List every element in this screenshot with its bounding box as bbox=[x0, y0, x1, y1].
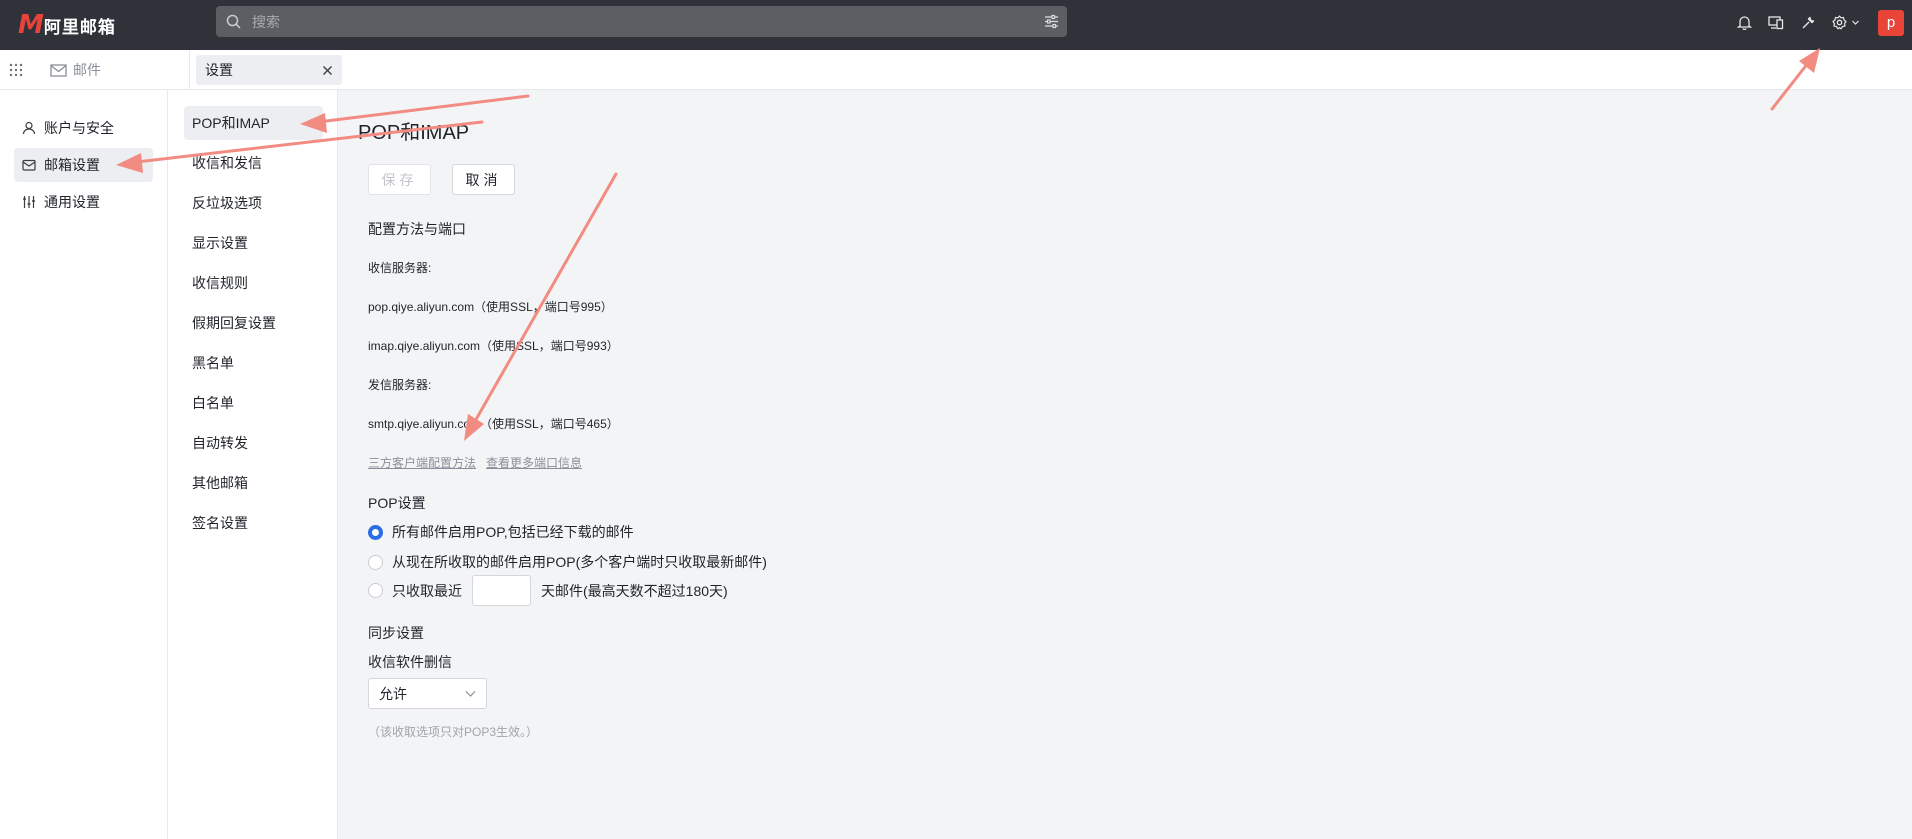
gear-icon[interactable] bbox=[1824, 7, 1868, 39]
sub-item-send-receive[interactable]: 收信和发信 bbox=[184, 146, 323, 180]
radio-button[interactable] bbox=[368, 583, 383, 598]
search-bar bbox=[216, 6, 1067, 37]
app-logo[interactable]: M 阿里邮箱 bbox=[18, 11, 116, 39]
mailbox-settings-icon bbox=[22, 159, 36, 171]
apps-grid-icon[interactable] bbox=[9, 63, 23, 77]
radio-suffix: 天邮件(最高天数不超过180天) bbox=[541, 582, 728, 599]
search-input[interactable] bbox=[252, 6, 1012, 37]
pop-server-info: pop.qiye.aliyun.com（使用SSL，端口号995） bbox=[368, 300, 613, 314]
radio-label: 只收取最近 bbox=[392, 582, 462, 599]
sub-item-display[interactable]: 显示设置 bbox=[184, 226, 323, 260]
client-config-link[interactable]: 三方客户端配置方法 bbox=[368, 454, 476, 471]
pop-heading: POP设置 bbox=[368, 495, 426, 511]
top-bar: M 阿里邮箱 p bbox=[0, 0, 1912, 50]
sub-item-rules[interactable]: 收信规则 bbox=[184, 266, 323, 300]
left-nav: 账户与安全 邮箱设置 通用设置 bbox=[0, 90, 168, 839]
pop3-note: （该收取选项只对POP3生效。） bbox=[368, 725, 539, 739]
pop-option-recent-days[interactable]: 只收取最近 天邮件(最高天数不超过180天) bbox=[368, 575, 728, 606]
logo-mark: M bbox=[18, 10, 44, 40]
smtp-server-info: smtp.qiye.aliyun.com（使用SSL，端口号465） bbox=[368, 417, 619, 431]
more-ports-link[interactable]: 查看更多端口信息 bbox=[486, 454, 582, 471]
sync-heading: 同步设置 bbox=[368, 625, 424, 641]
top-icons: p bbox=[1728, 0, 1912, 45]
search-icon bbox=[226, 14, 241, 32]
sub-item-antispam[interactable]: 反垃圾选项 bbox=[184, 186, 323, 220]
main-panel: POP和IMAP 保存 取消 配置方法与端口 收信服务器: pop.qiye.a… bbox=[338, 90, 1912, 839]
filter-icon[interactable] bbox=[1044, 14, 1059, 32]
delete-select[interactable]: 允许 bbox=[368, 678, 487, 709]
imap-server-info: imap.qiye.aliyun.com（使用SSL，端口号993） bbox=[368, 339, 619, 353]
devices-icon[interactable] bbox=[1760, 7, 1792, 39]
incoming-server-label: 收信服务器: bbox=[368, 261, 432, 275]
days-input[interactable] bbox=[472, 575, 531, 606]
sub-item-signature[interactable]: 签名设置 bbox=[184, 506, 323, 540]
chevron-down-icon bbox=[465, 691, 476, 697]
bell-icon[interactable] bbox=[1728, 7, 1760, 39]
sub-item-pop-imap[interactable]: POP和IMAP bbox=[184, 106, 323, 140]
nav-item-mailbox-settings[interactable]: 邮箱设置 bbox=[14, 148, 153, 182]
sliders-icon bbox=[23, 196, 35, 208]
tab-bar: 邮件 设置 bbox=[0, 50, 1912, 90]
cancel-button[interactable]: 取消 bbox=[452, 164, 515, 195]
sub-item-other-mailbox[interactable]: 其他邮箱 bbox=[184, 466, 323, 500]
radio-button[interactable] bbox=[368, 554, 383, 570]
tab-settings-label: 设置 bbox=[205, 62, 233, 78]
save-button[interactable]: 保存 bbox=[368, 164, 431, 195]
tab-settings[interactable]: 设置 bbox=[196, 55, 342, 85]
page-title: POP和IMAP bbox=[358, 122, 470, 144]
config-heading: 配置方法与端口 bbox=[368, 221, 466, 237]
sub-nav: POP和IMAP 收信和发信 反垃圾选项 显示设置 收信规则 假期回复设置 黑名… bbox=[168, 90, 338, 839]
mail-icon bbox=[50, 63, 67, 77]
nav-item-label: 通用设置 bbox=[44, 194, 100, 210]
logo-text: 阿里邮箱 bbox=[43, 17, 116, 37]
avatar[interactable]: p bbox=[1878, 9, 1904, 36]
nav-item-label: 邮箱设置 bbox=[44, 157, 100, 173]
select-value: 允许 bbox=[379, 685, 407, 702]
outgoing-server-label: 发信服务器: bbox=[368, 378, 432, 392]
close-icon[interactable] bbox=[322, 63, 333, 79]
tab-mail[interactable]: 邮件 bbox=[50, 50, 190, 90]
chevron-down-icon bbox=[1852, 20, 1859, 25]
sub-item-vacation-reply[interactable]: 假期回复设置 bbox=[184, 306, 323, 340]
sub-item-whitelist[interactable]: 白名单 bbox=[184, 386, 323, 420]
sub-item-blacklist[interactable]: 黑名单 bbox=[184, 346, 323, 380]
sub-item-auto-forward[interactable]: 自动转发 bbox=[184, 426, 323, 460]
radio-label: 所有邮件启用POP,包括已经下载的邮件 bbox=[392, 524, 634, 540]
pop-option-all[interactable]: 所有邮件启用POP,包括已经下载的邮件 bbox=[368, 522, 634, 542]
nav-item-account-security[interactable]: 账户与安全 bbox=[14, 111, 153, 145]
radio-label: 从现在所收取的邮件启用POP(多个客户端时只收取最新邮件) bbox=[392, 554, 767, 570]
pop-option-from-now[interactable]: 从现在所收取的邮件启用POP(多个客户端时只收取最新邮件) bbox=[368, 552, 767, 572]
user-icon bbox=[22, 121, 36, 135]
nav-item-label: 账户与安全 bbox=[44, 120, 114, 136]
nav-item-general-settings[interactable]: 通用设置 bbox=[14, 185, 153, 219]
radio-button[interactable] bbox=[368, 524, 383, 540]
tab-mail-label: 邮件 bbox=[73, 62, 101, 78]
wrench-icon[interactable] bbox=[1792, 7, 1824, 39]
delete-setting-label: 收信软件删信 bbox=[368, 654, 452, 670]
